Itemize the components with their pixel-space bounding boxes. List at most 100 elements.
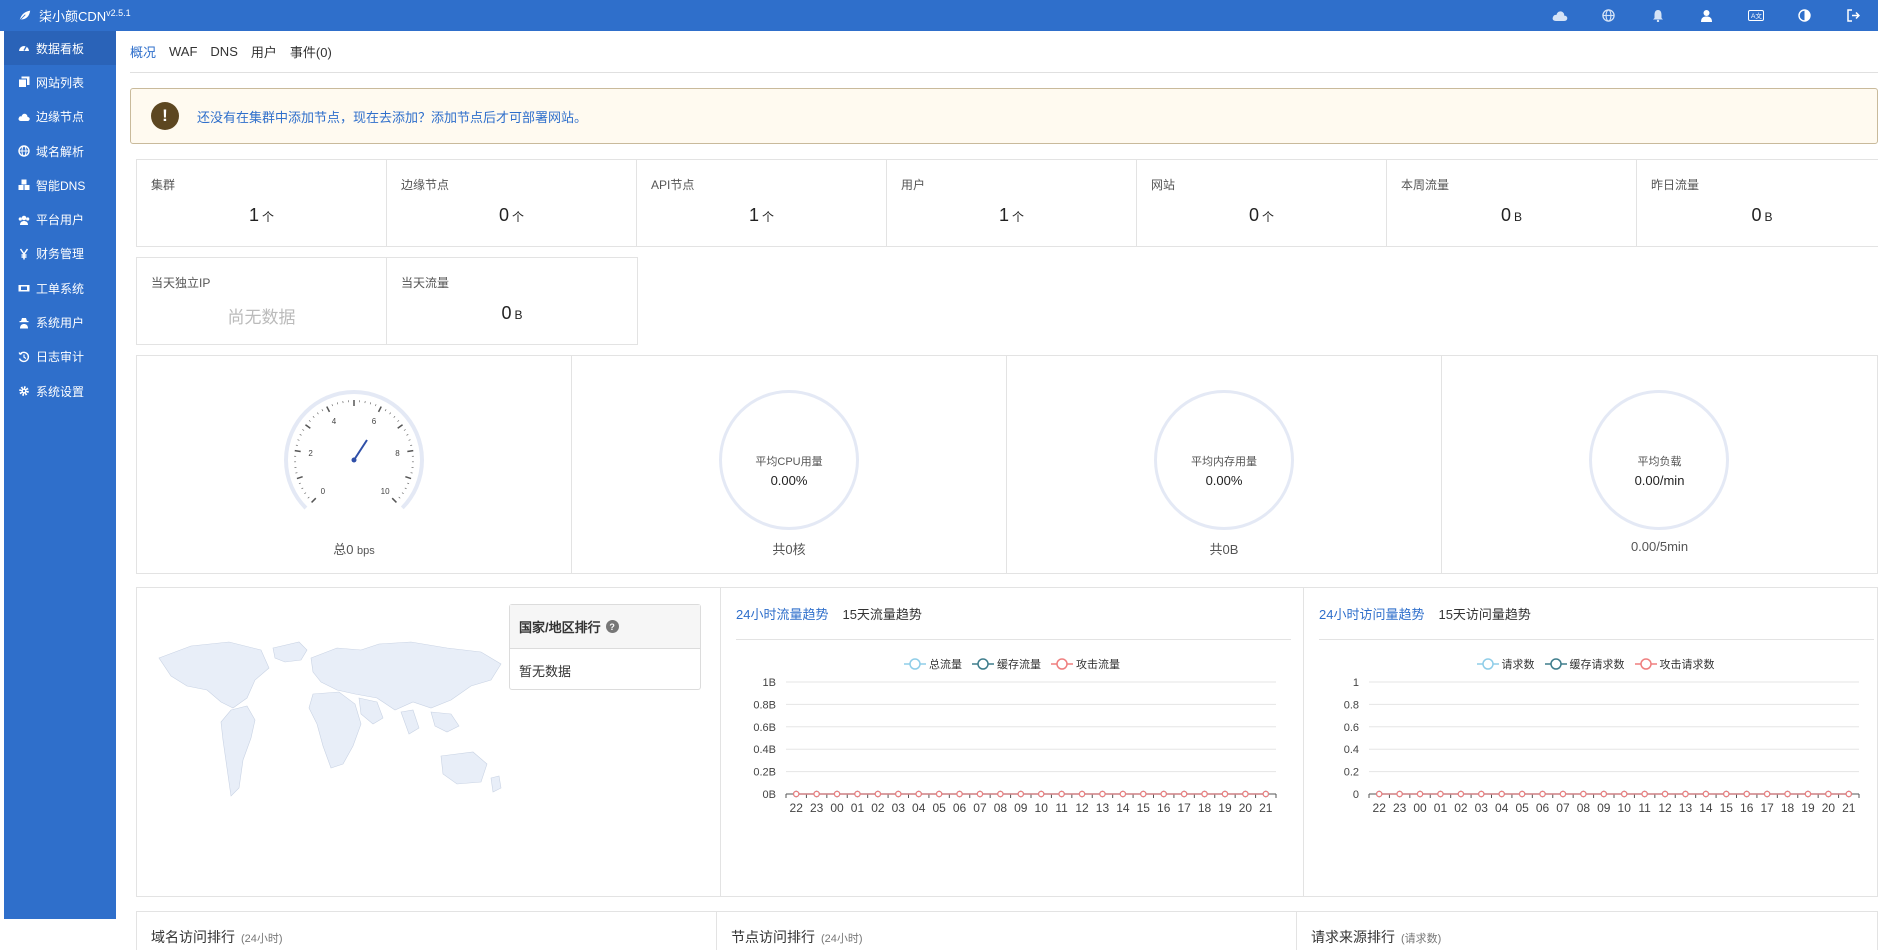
sidebar-item-dashboard[interactable]: 数据看板 <box>4 31 116 65</box>
cloud-icon[interactable] <box>1535 10 1584 22</box>
bell-icon[interactable] <box>1633 9 1682 22</box>
stat-card-users[interactable]: 用户1个 <box>887 160 1137 246</box>
legend-item[interactable]: 请求数 <box>1477 656 1535 672</box>
stat-card-clusters[interactable]: 集群1个 <box>137 160 387 246</box>
data-point[interactable] <box>1744 791 1749 796</box>
data-point[interactable] <box>1683 791 1688 796</box>
data-point[interactable] <box>1540 791 1545 796</box>
x-tick-label: 07 <box>1556 801 1570 815</box>
data-point[interactable] <box>855 791 860 796</box>
data-point[interactable] <box>1182 791 1187 796</box>
tab-requests-15d[interactable]: 15天访问量趋势 <box>1438 604 1530 639</box>
sidebar-item-websites[interactable]: 网站列表 <box>4 65 116 99</box>
svg-text:A文: A文 <box>1751 11 1762 20</box>
data-point[interactable] <box>1805 791 1810 796</box>
data-point[interactable] <box>1560 791 1565 796</box>
legend-item[interactable]: 缓存流量 <box>972 656 1041 672</box>
data-point[interactable] <box>957 791 962 796</box>
data-point[interactable] <box>1846 791 1851 796</box>
data-point[interactable] <box>1499 791 1504 796</box>
sidebar-item-system-users[interactable]: 系统用户 <box>4 305 116 339</box>
legend-item[interactable]: 攻击流量 <box>1051 656 1120 672</box>
legend-item[interactable]: 总流量 <box>904 656 962 672</box>
data-point[interactable] <box>1039 791 1044 796</box>
theme-icon[interactable] <box>1780 9 1829 22</box>
sidebar-item-edge-nodes[interactable]: 边缘节点 <box>4 100 116 134</box>
data-point[interactable] <box>896 791 901 796</box>
stat-card-websites[interactable]: 网站0个 <box>1137 160 1387 246</box>
gauge-tick-label: 2 <box>308 449 313 458</box>
data-point[interactable] <box>1079 791 1084 796</box>
tab-requests-24h[interactable]: 24小时访问量趋势 <box>1319 604 1424 639</box>
data-point[interactable] <box>1479 791 1484 796</box>
language-icon[interactable]: A文 <box>1731 10 1780 21</box>
logout-icon[interactable] <box>1829 9 1878 22</box>
data-point[interactable] <box>834 791 839 796</box>
sidebar-item-finance[interactable]: 财务管理 <box>4 237 116 271</box>
help-icon[interactable]: ? <box>606 620 619 633</box>
data-point[interactable] <box>1622 791 1627 796</box>
data-point[interactable] <box>1263 791 1268 796</box>
data-point[interactable] <box>1785 791 1790 796</box>
data-point[interactable] <box>998 791 1003 796</box>
gauge-footer: 0.00/5min <box>1442 539 1877 554</box>
add-node-link[interactable]: 还没有在集群中添加节点，现在去添加？添加节点后才可部署网站。 <box>197 107 587 126</box>
sidebar-item-dns-resolve[interactable]: 域名解析 <box>4 134 116 168</box>
sidebar-item-settings[interactable]: 系统设置 <box>4 374 116 408</box>
sidebar-item-tickets[interactable]: 工单系统 <box>4 271 116 305</box>
legend-item[interactable]: 缓存请求数 <box>1545 656 1625 672</box>
tab-events[interactable]: 事件(0) <box>290 42 332 61</box>
data-point[interactable] <box>977 791 982 796</box>
world-map[interactable] <box>151 628 511 828</box>
globe-icon[interactable] <box>1584 9 1633 22</box>
data-point[interactable] <box>1141 791 1146 796</box>
stat-card-edge-nodes[interactable]: 边缘节点0个 <box>387 160 637 246</box>
data-point[interactable] <box>1222 791 1227 796</box>
tab-traffic-24h[interactable]: 24小时流量趋势 <box>736 604 828 639</box>
data-point[interactable] <box>875 791 880 796</box>
brand[interactable]: 柒小颜CDNv2.5.1 <box>18 0 131 31</box>
data-point[interactable] <box>1243 791 1248 796</box>
tab-dns[interactable]: DNS <box>210 44 237 59</box>
data-point[interactable] <box>1417 791 1422 796</box>
data-point[interactable] <box>1601 791 1606 796</box>
data-point[interactable] <box>1100 791 1105 796</box>
legend-item[interactable]: 攻击请求数 <box>1635 656 1715 672</box>
data-point[interactable] <box>1397 791 1402 796</box>
data-point[interactable] <box>1059 791 1064 796</box>
tab-overview[interactable]: 概况 <box>130 42 156 61</box>
data-point[interactable] <box>1018 791 1023 796</box>
data-point[interactable] <box>1202 791 1207 796</box>
world-map-panel: 国家/地区排行? 暂无数据 <box>137 588 721 896</box>
sidebar-item-platform-users[interactable]: 平台用户 <box>4 202 116 236</box>
gear-icon <box>18 385 30 397</box>
tab-traffic-15d[interactable]: 15天流量趋势 <box>842 604 921 639</box>
data-point[interactable] <box>1662 791 1667 796</box>
data-point[interactable] <box>1161 791 1166 796</box>
stat-value: 0 <box>1501 205 1511 225</box>
user-icon[interactable] <box>1682 9 1731 22</box>
data-point[interactable] <box>1438 791 1443 796</box>
data-point[interactable] <box>1120 791 1125 796</box>
sidebar-item-smart-dns[interactable]: 智能DNS <box>4 168 116 202</box>
data-point[interactable] <box>1703 791 1708 796</box>
tab-waf[interactable]: WAF <box>169 44 197 59</box>
data-point[interactable] <box>1724 791 1729 796</box>
request-chart-panel: 24小时访问量趋势 15天访问量趋势 请求数 缓存请求数 攻击请求数 00.20… <box>1304 588 1878 896</box>
data-point[interactable] <box>1765 791 1770 796</box>
source-rank-header: 请求来源排行(请求数) <box>1297 912 1877 950</box>
tab-users[interactable]: 用户 <box>251 42 277 61</box>
data-point[interactable] <box>1826 791 1831 796</box>
data-point[interactable] <box>1520 791 1525 796</box>
data-point[interactable] <box>1377 791 1382 796</box>
data-point[interactable] <box>916 791 921 796</box>
gauge-label: 平均内存用量 <box>1007 453 1441 469</box>
data-point[interactable] <box>1581 791 1586 796</box>
data-point[interactable] <box>937 791 942 796</box>
stat-card-api-nodes[interactable]: API节点1个 <box>637 160 887 246</box>
data-point[interactable] <box>794 791 799 796</box>
data-point[interactable] <box>1642 791 1647 796</box>
data-point[interactable] <box>814 791 819 796</box>
sidebar-item-audit-log[interactable]: 日志审计 <box>4 340 116 374</box>
data-point[interactable] <box>1458 791 1463 796</box>
